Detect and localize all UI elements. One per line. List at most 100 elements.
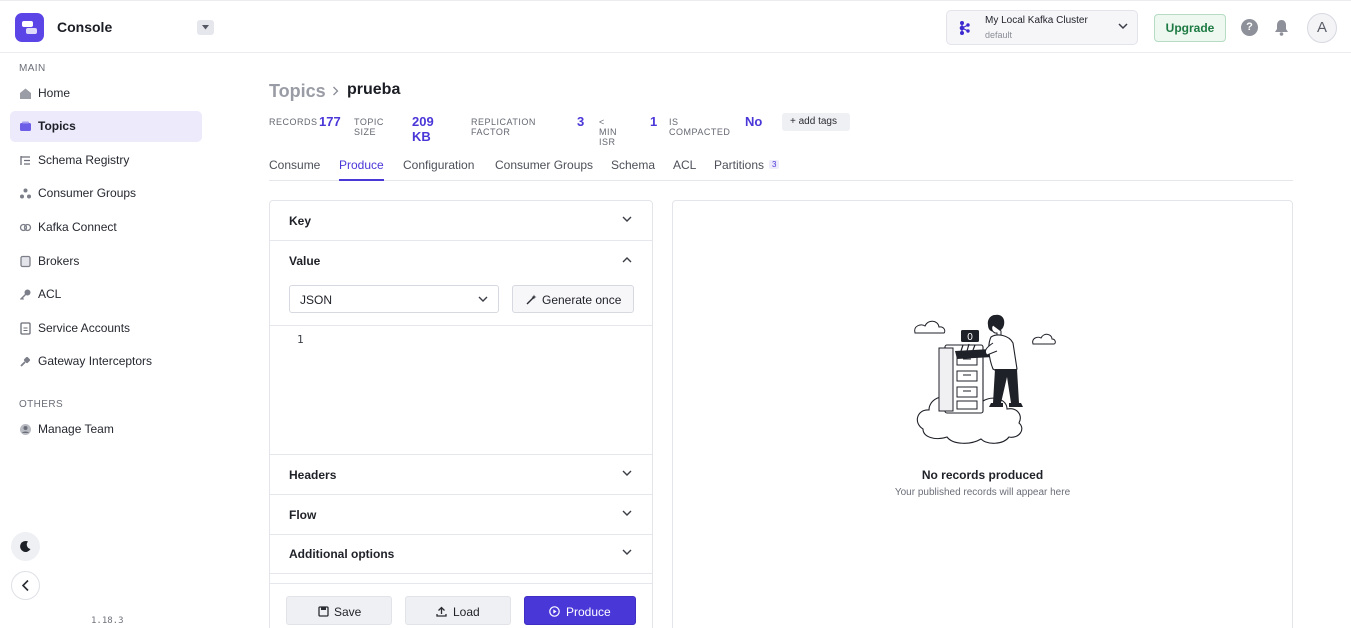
counter-glyph: 0 bbox=[967, 332, 973, 343]
document-icon bbox=[20, 322, 31, 335]
produce-label: Produce bbox=[566, 605, 611, 619]
sidebar-item-label: Home bbox=[38, 86, 71, 100]
tab-schema[interactable]: Schema bbox=[611, 158, 655, 181]
help-icon[interactable]: ? bbox=[1241, 19, 1258, 36]
sidebar-item-label: Gateway Interceptors bbox=[38, 354, 153, 368]
editor-line-number: 1 bbox=[297, 333, 304, 346]
cluster-name: My Local Kafka Cluster bbox=[985, 15, 1088, 26]
tab-configuration[interactable]: Configuration bbox=[403, 158, 474, 181]
user-avatar[interactable]: A bbox=[1307, 13, 1337, 43]
stat-value-records: 177 bbox=[319, 114, 341, 129]
stat-label-topic-size: TOPIC SIZE bbox=[354, 117, 384, 137]
key-icon bbox=[19, 289, 31, 301]
topics-icon bbox=[20, 121, 31, 131]
sidebar-item-home[interactable]: Home bbox=[10, 78, 202, 109]
brokers-icon bbox=[20, 255, 31, 268]
chevron-down-icon bbox=[622, 549, 632, 555]
main-section-label: MAIN bbox=[19, 63, 46, 74]
save-icon bbox=[318, 606, 329, 617]
chevron-down-icon bbox=[622, 510, 632, 516]
sidebar-item-label: Kafka Connect bbox=[38, 220, 117, 234]
upgrade-button[interactable]: Upgrade bbox=[1154, 14, 1226, 42]
kafka-icon bbox=[959, 21, 970, 35]
generate-once-button[interactable]: Generate once bbox=[512, 285, 634, 313]
sidebar-item-label: Service Accounts bbox=[38, 321, 131, 335]
sidebar-item-kafka-connect[interactable]: Kafka Connect bbox=[10, 212, 202, 243]
schema-icon bbox=[20, 156, 30, 165]
sidebar-item-gateway-interceptors[interactable]: Gateway Interceptors bbox=[10, 346, 202, 377]
value-section-title: Value bbox=[289, 254, 321, 268]
sidebar-item-label: Brokers bbox=[38, 254, 80, 268]
page-title: prueba bbox=[347, 81, 401, 98]
app-title: Console bbox=[57, 19, 113, 35]
empty-state-subtitle: Your published records will appear here bbox=[894, 487, 1071, 498]
sidebar: MAIN Home Topics Schema Registry Consume… bbox=[0, 53, 212, 628]
tab-consumer-groups[interactable]: Consumer Groups bbox=[495, 158, 593, 181]
stat-value-is-compacted: No bbox=[745, 114, 763, 129]
theme-toggle-button[interactable] bbox=[11, 532, 40, 561]
top-bar: Console My Local Kafka Cluster default U… bbox=[0, 0, 1351, 53]
sidebar-item-topics[interactable]: Topics bbox=[10, 111, 202, 142]
breadcrumb-topics-link[interactable]: Topics bbox=[269, 81, 326, 102]
sidebar-item-label: Schema Registry bbox=[38, 153, 130, 167]
home-icon bbox=[20, 88, 31, 99]
consumer-groups-icon bbox=[20, 188, 31, 199]
sidebar-item-service-accounts[interactable]: Service Accounts bbox=[10, 313, 202, 344]
stat-label-min-isr: < MIN ISR bbox=[599, 117, 617, 147]
cluster-selector[interactable]: My Local Kafka Cluster default bbox=[946, 10, 1138, 45]
partitions-count-badge: 3 bbox=[769, 160, 780, 169]
value-accordion[interactable]: Value bbox=[270, 241, 652, 281]
key-accordion[interactable]: Key bbox=[270, 201, 652, 241]
chevron-down-icon bbox=[478, 296, 488, 302]
bell-icon[interactable] bbox=[1274, 19, 1289, 36]
cluster-environment: default bbox=[985, 30, 1013, 40]
stat-label-replication-factor: REPLICATION FACTOR bbox=[471, 117, 536, 137]
sidebar-item-label: Manage Team bbox=[38, 422, 114, 436]
version-label: 1.18.3 bbox=[91, 616, 124, 626]
flow-section-title: Flow bbox=[289, 508, 317, 522]
chevron-right-icon bbox=[333, 86, 339, 96]
headers-accordion[interactable]: Headers bbox=[270, 455, 652, 495]
save-button[interactable]: Save bbox=[286, 596, 392, 625]
chevron-down-icon bbox=[622, 470, 632, 476]
stat-value-topic-size: 209 KB bbox=[412, 114, 434, 144]
format-selected-value: JSON bbox=[300, 293, 333, 307]
stat-value-min-isr: 1 bbox=[650, 114, 658, 129]
collapse-sidebar-button[interactable] bbox=[11, 571, 40, 600]
upload-icon bbox=[436, 606, 447, 617]
console-logo-icon[interactable] bbox=[15, 13, 44, 42]
flow-accordion[interactable]: Flow bbox=[270, 495, 652, 535]
plug-icon bbox=[20, 356, 31, 367]
sidebar-item-label: Topics bbox=[38, 119, 76, 133]
key-section-title: Key bbox=[289, 214, 312, 228]
chevron-down-icon bbox=[622, 216, 632, 222]
console-menu-button[interactable] bbox=[197, 20, 214, 35]
tab-consume[interactable]: Consume bbox=[269, 158, 320, 181]
value-format-select[interactable]: JSON bbox=[289, 285, 499, 313]
produce-button[interactable]: Produce bbox=[524, 596, 636, 625]
empty-state-title: No records produced bbox=[921, 468, 1044, 482]
sidebar-item-manage-team[interactable]: Manage Team bbox=[10, 414, 202, 445]
moon-icon bbox=[20, 540, 31, 552]
load-button[interactable]: Load bbox=[405, 596, 511, 625]
sidebar-item-acl[interactable]: ACL bbox=[10, 279, 202, 310]
produce-form-panel: Key Value JSON Generate once 1 Headers F… bbox=[269, 200, 653, 628]
sidebar-item-brokers[interactable]: Brokers bbox=[10, 246, 202, 277]
connect-icon bbox=[19, 223, 32, 232]
produce-actions-bar: Save Load Produce bbox=[270, 583, 652, 628]
tab-produce[interactable]: Produce bbox=[339, 158, 384, 181]
stat-value-replication-factor: 3 bbox=[577, 114, 585, 129]
tab-label: Partitions bbox=[714, 158, 765, 172]
tab-partitions[interactable]: Partitions 3 bbox=[714, 158, 780, 181]
tab-acl[interactable]: ACL bbox=[673, 158, 696, 181]
stat-label-records: RECORDS bbox=[269, 117, 318, 127]
sidebar-item-schema-registry[interactable]: Schema Registry bbox=[10, 145, 202, 176]
sidebar-item-consumer-groups[interactable]: Consumer Groups bbox=[10, 178, 202, 209]
value-code-editor[interactable]: 1 bbox=[270, 325, 652, 455]
magic-wand-icon bbox=[526, 294, 537, 305]
chevron-down-icon bbox=[1118, 23, 1128, 30]
additional-options-accordion[interactable]: Additional options bbox=[270, 534, 652, 574]
stat-label-is-compacted: IS COMPACTED bbox=[669, 117, 731, 137]
save-label: Save bbox=[334, 605, 362, 619]
add-tags-button[interactable]: + add tags bbox=[782, 113, 850, 131]
